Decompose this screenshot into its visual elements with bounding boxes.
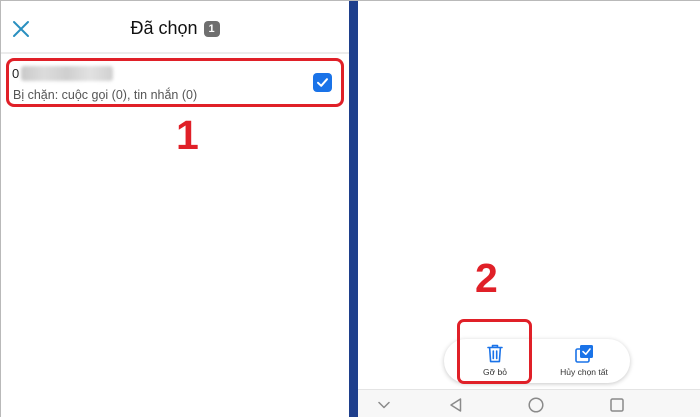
blurred-phone-number: [21, 66, 114, 81]
contact-name: 0: [12, 66, 114, 81]
back-triangle-icon: [450, 398, 462, 412]
step-2-annotation: 2: [475, 255, 498, 301]
chevron-down-icon: [378, 401, 390, 409]
step-1-annotation: 1: [176, 112, 199, 158]
selection-header: Đã chọn 1: [1, 1, 349, 57]
nav-hide-button[interactable]: [375, 396, 393, 414]
trash-icon: [487, 344, 503, 363]
recent-square-icon: [610, 398, 624, 412]
bottom-action-bar: Gỡ bỏ Hủy chọn tất: [444, 339, 630, 383]
nav-back-button[interactable]: [447, 396, 465, 414]
header-divider: [1, 52, 349, 54]
checkbox-checked-icon: [317, 78, 328, 87]
screenshot-stage: Đã chọn 1 0 Bị chặn: cuộc gọi (0), tin n…: [0, 0, 700, 417]
nav-recent-button[interactable]: [608, 396, 626, 414]
panel-divider: [349, 1, 358, 417]
remove-label: Gỡ bỏ: [482, 367, 507, 377]
system-navigation-bar: [358, 389, 700, 417]
contact-block-description: Bị chặn: cuộc gọi (0), tin nhắn (0): [13, 88, 198, 102]
deselect-all-icon: [574, 345, 593, 363]
remove-button[interactable]: Gỡ bỏ: [465, 343, 525, 377]
selected-count-badge: 1: [203, 20, 220, 37]
home-circle-icon: [528, 397, 544, 413]
page-title: Đã chọn: [130, 18, 198, 38]
nav-home-button[interactable]: [527, 396, 545, 414]
blocked-contact-row[interactable]: 0 Bị chặn: cuộc gọi (0), tin nhắn (0): [6, 58, 344, 107]
deselect-all-label: Hủy chọn tất: [560, 367, 608, 377]
title-group: Đã chọn 1: [1, 18, 349, 39]
left-screen: Đã chọn 1 0 Bị chặn: cuộc gọi (0), tin n…: [1, 1, 349, 417]
deselect-all-button[interactable]: Hủy chọn tất: [548, 343, 620, 377]
contact-name-prefix: 0: [12, 66, 20, 81]
contact-checkbox[interactable]: [313, 73, 332, 92]
